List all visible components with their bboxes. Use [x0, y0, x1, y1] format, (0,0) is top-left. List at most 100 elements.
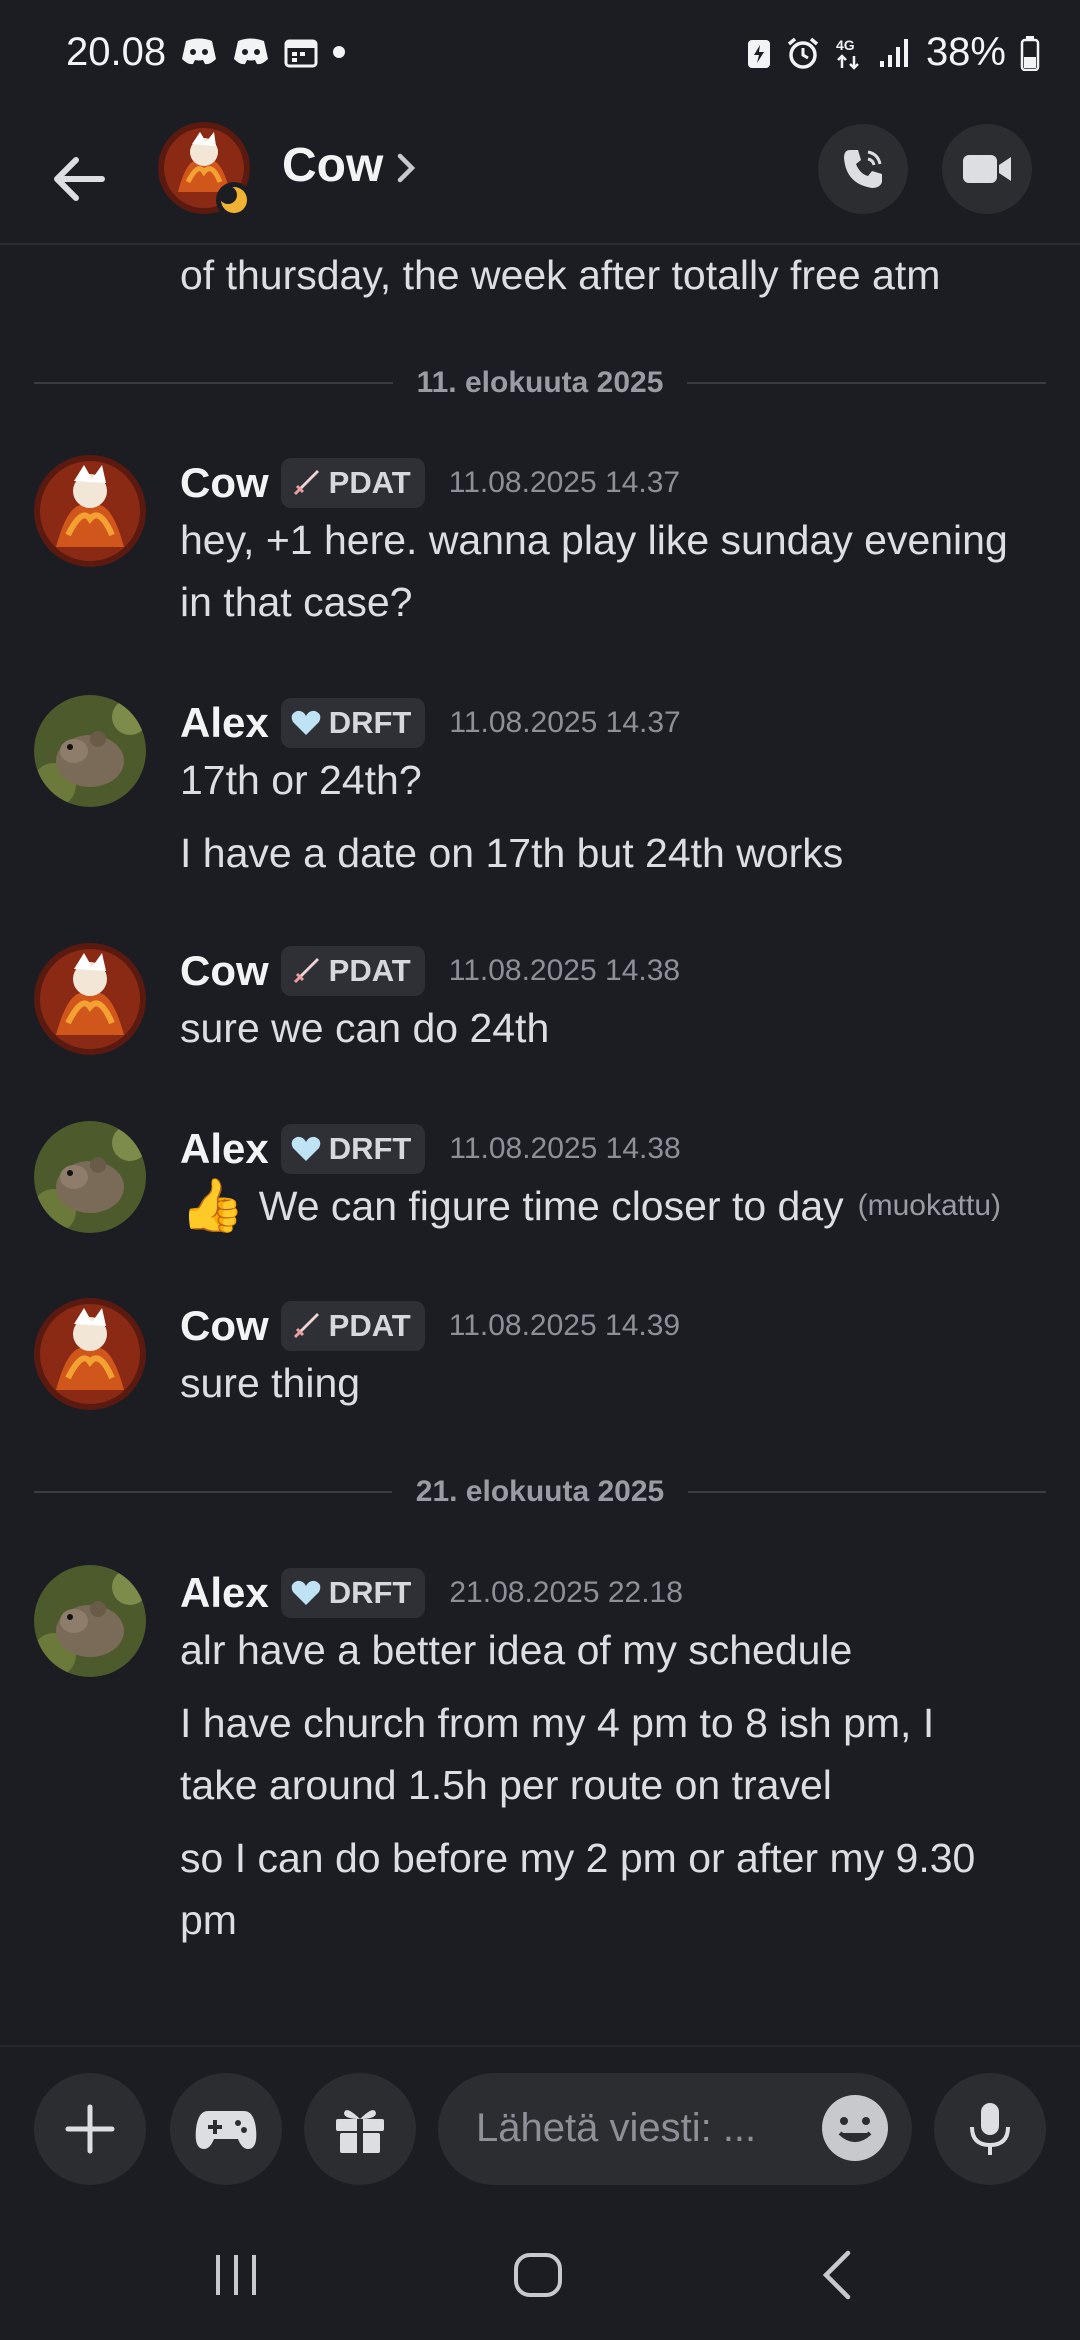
message-text: We can figure time closer to day — [258, 1183, 844, 1229]
activities-button[interactable] — [170, 2073, 282, 2185]
guild-tag-text: DRFT — [328, 1575, 412, 1610]
guild-tag[interactable]: PDAT — [280, 458, 425, 508]
message-header: Alex DRFT 21.08.2025 22.18 — [180, 1565, 683, 1621]
network-4g-icon: 4G — [836, 37, 859, 70]
dot-icon — [333, 46, 345, 58]
heart-icon — [291, 710, 321, 735]
message-line: alr have a better idea of my schedule — [180, 1627, 853, 1673]
phone-icon — [844, 150, 882, 188]
avatar[interactable] — [34, 943, 146, 1055]
alarm-icon — [787, 37, 819, 69]
thumbs-up-emoji: 👍 — [180, 1177, 245, 1235]
discord-notification-icon — [234, 38, 268, 65]
avatar[interactable] — [34, 455, 146, 567]
message-line: take around 1.5h per route on travel — [180, 1762, 832, 1808]
microphone-icon — [970, 2103, 1010, 2155]
sword-icon — [293, 470, 319, 496]
edited-label: (muokattu) — [857, 1189, 1002, 1222]
recent-apps-icon — [216, 2255, 256, 2295]
timestamp: 11.08.2025 14.37 — [449, 706, 681, 739]
voice-call-button[interactable] — [818, 124, 908, 214]
message-composer: Lähetä viesti: ... — [0, 2045, 1080, 2205]
username[interactable]: Cow — [180, 1302, 269, 1350]
channel-title[interactable]: Cow — [282, 138, 383, 193]
timestamp: 11.08.2025 14.39 — [448, 1309, 681, 1342]
date-divider: 21. elokuuta 2025 — [34, 1472, 1046, 1512]
signal-icon — [879, 38, 908, 67]
message-header: Alex DRFT 11.08.2025 14.38 — [180, 1121, 681, 1177]
guild-tag[interactable]: DRFT — [280, 698, 426, 748]
attach-button[interactable] — [34, 2073, 146, 2185]
system-icons: 4G 38% — [746, 30, 1040, 75]
divider-line — [687, 382, 1046, 384]
chat-screen: 20.08 4G 38% Cow of thursday, the week a… — [0, 0, 1080, 2340]
date-divider: 11. elokuuta 2025 — [34, 363, 1046, 403]
username[interactable]: Cow — [180, 459, 269, 507]
avatar[interactable] — [34, 695, 146, 807]
guild-tag[interactable]: PDAT — [280, 946, 425, 996]
username[interactable]: Alex — [180, 1125, 269, 1173]
voice-message-button[interactable] — [934, 2073, 1046, 2185]
recent-apps-button[interactable] — [206, 2245, 266, 2305]
message-line: sure thing — [180, 1360, 361, 1406]
sword-icon — [293, 1313, 319, 1339]
avatar[interactable] — [34, 1565, 146, 1677]
home-button[interactable] — [508, 2245, 568, 2305]
status-time: 20.08 — [66, 30, 167, 74]
guild-tag[interactable]: DRFT — [280, 1124, 426, 1174]
timestamp: 21.08.2025 22.18 — [449, 1576, 683, 1609]
message-header: Alex DRFT 11.08.2025 14.37 — [180, 695, 681, 751]
message-line: pm — [180, 1897, 237, 1943]
guild-tag-text: DRFT — [328, 705, 412, 740]
message-line: sure we can do 24th — [180, 1005, 550, 1051]
emoji-button[interactable] — [822, 2095, 888, 2161]
system-nav-bar — [0, 2205, 1080, 2340]
username[interactable]: Alex — [180, 699, 269, 747]
message-list[interactable]: of thursday, the week after totally free… — [0, 245, 1080, 2045]
gift-button[interactable] — [304, 2073, 416, 2185]
message-line: I have church from my 4 pm to 8 ish pm, … — [180, 1700, 935, 1746]
heart-icon — [291, 1580, 321, 1605]
guild-tag-text: DRFT — [328, 1131, 412, 1166]
calendar-icon — [284, 39, 318, 68]
home-icon — [514, 2253, 562, 2297]
battery-percent: 38% — [925, 30, 1006, 74]
message-line: hey, +1 here. wanna play like sunday eve… — [180, 517, 1008, 563]
guild-tag-text: PDAT — [328, 1308, 411, 1343]
message-header: Cow PDAT 11.08.2025 14.39 — [180, 1298, 680, 1354]
message-line: I have a date on 17th but 24th works — [180, 830, 844, 876]
chevron-right-icon[interactable] — [394, 148, 418, 188]
message-line: 👍 We can figure time closer to day (muok… — [180, 1175, 1001, 1237]
back-button[interactable] — [44, 144, 114, 214]
guild-tag-text: PDAT — [328, 465, 411, 500]
divider-line — [34, 1491, 392, 1493]
message-line: so I can do before my 2 pm or after my 9… — [180, 1835, 976, 1881]
back-nav-button[interactable] — [810, 2245, 870, 2305]
gamepad-icon — [195, 2111, 257, 2149]
timestamp: 11.08.2025 14.38 — [448, 954, 681, 987]
message-input[interactable]: Lähetä viesti: ... — [438, 2073, 912, 2185]
guild-tag[interactable]: DRFT — [280, 1568, 426, 1618]
date-divider-label: 11. elokuuta 2025 — [416, 366, 664, 399]
timestamp: 11.08.2025 14.38 — [449, 1132, 681, 1165]
status-bar: 20.08 4G 38% — [0, 0, 1080, 110]
message-line: in that case? — [180, 579, 413, 625]
username[interactable]: Cow — [180, 947, 269, 995]
video-camera-icon — [963, 155, 1011, 183]
discord-notification-icon — [182, 38, 216, 65]
avatar[interactable] — [34, 1121, 146, 1233]
back-nav-icon — [822, 2250, 851, 2300]
status-moon-icon — [216, 182, 252, 218]
battery-icon — [1020, 35, 1040, 71]
video-call-button[interactable] — [942, 124, 1032, 214]
guild-tag[interactable]: PDAT — [280, 1301, 425, 1351]
sword-icon — [293, 958, 319, 984]
timestamp: 11.08.2025 14.37 — [448, 466, 681, 499]
divider-line — [688, 1491, 1046, 1493]
guild-tag-text: PDAT — [328, 953, 411, 988]
svg-text:4G: 4G — [836, 37, 855, 53]
message-header: Cow PDAT 11.08.2025 14.38 — [180, 943, 680, 999]
username[interactable]: Alex — [180, 1569, 269, 1617]
avatar[interactable] — [34, 1298, 146, 1410]
emoji-icon — [838, 2117, 872, 2142]
